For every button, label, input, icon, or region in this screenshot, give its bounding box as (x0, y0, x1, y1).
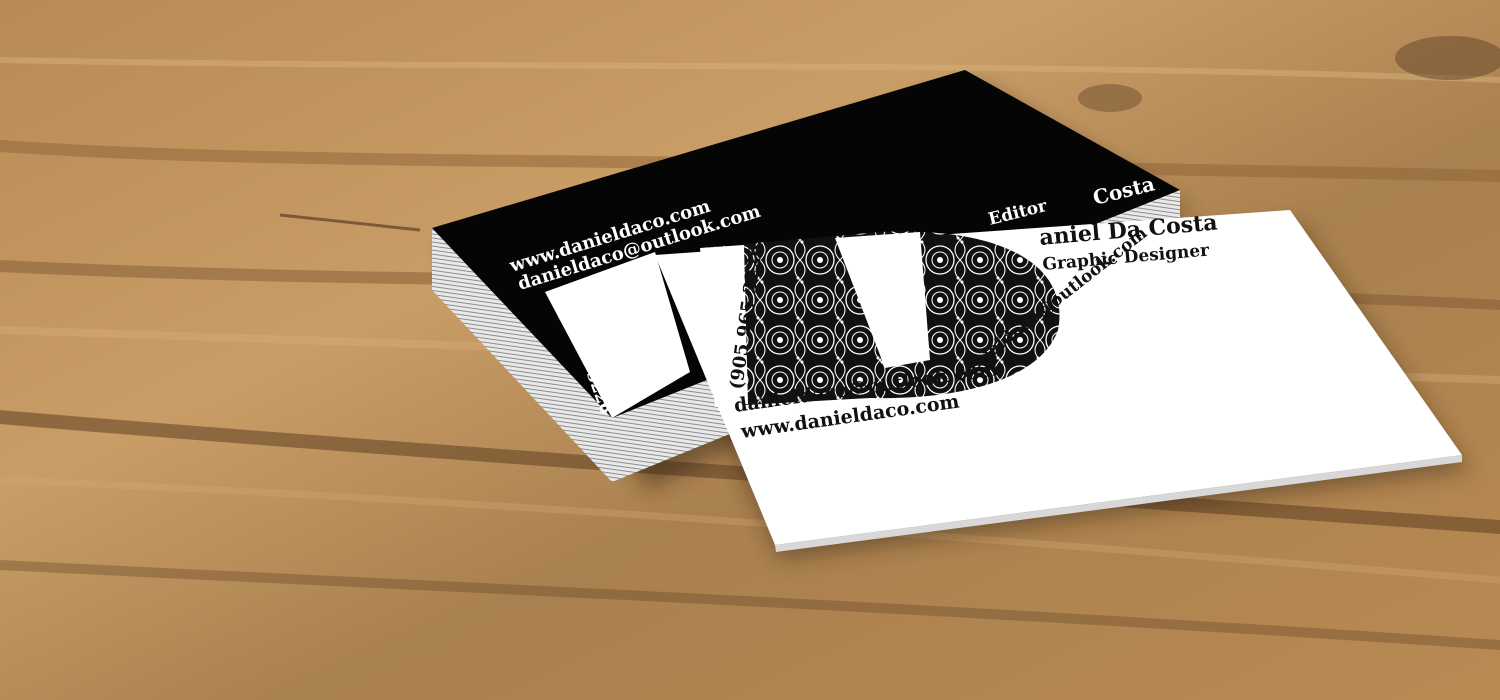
wood-knot (1395, 36, 1500, 80)
scene-svg: www.danieldaco.com danieldaco@outlook.co… (0, 0, 1500, 700)
wood-knot (1078, 84, 1142, 112)
business-card-mockup-scene: www.danieldaco.com danieldaco@outlook.co… (0, 0, 1500, 700)
